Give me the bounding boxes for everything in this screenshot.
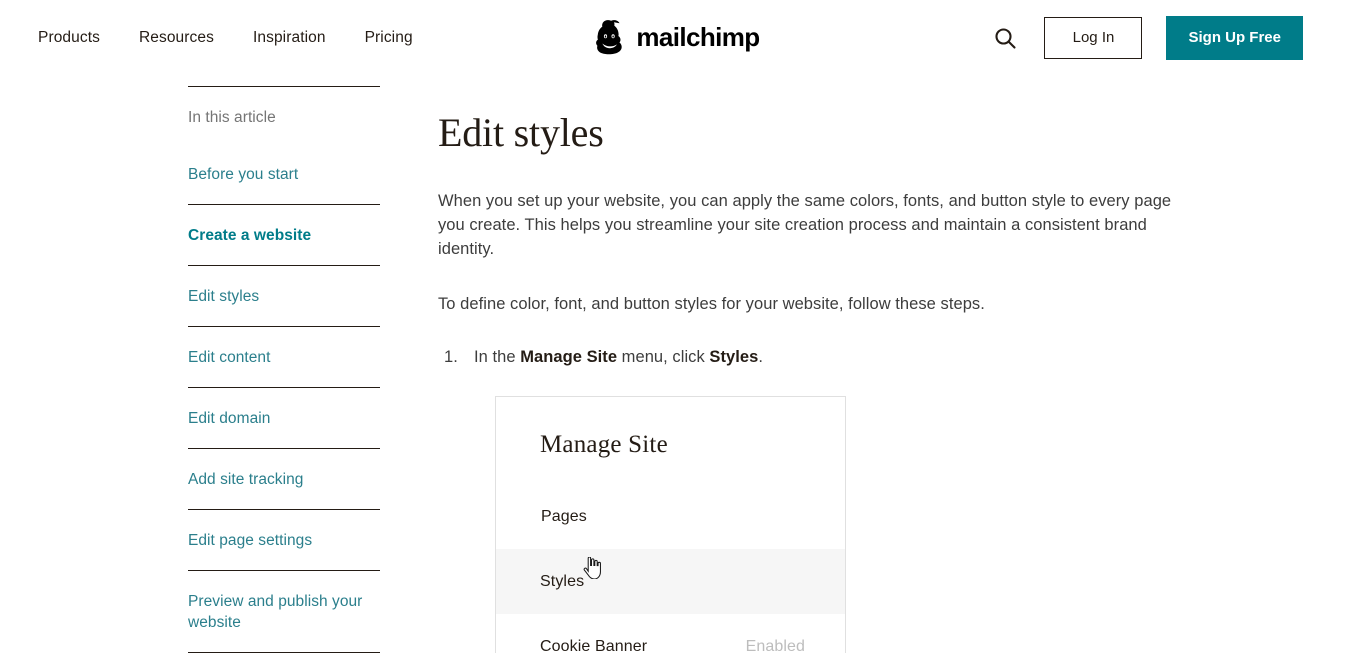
step-1-suffix: . — [758, 348, 763, 366]
step-item-1: In the Manage Site menu, click Styles. — [444, 345, 1178, 369]
header-actions: Log In Sign Up Free — [988, 0, 1303, 75]
step-1-bold-styles: Styles — [709, 348, 759, 366]
sidebar-item-edit-page-settings[interactable]: Edit page settings — [188, 510, 380, 570]
mailchimp-wordmark: mailchimp — [636, 21, 760, 52]
mailchimp-logo[interactable]: mailchimp — [585, 14, 760, 60]
sidebar-heading: In this article — [188, 109, 276, 126]
nav-item-inspiration[interactable]: Inspiration — [253, 29, 326, 47]
step-1-middle: menu, click — [617, 348, 710, 366]
article-content: Edit styles When you set up your website… — [438, 75, 1178, 653]
row-label: Pages — [541, 507, 587, 525]
manage-site-menu: Pages Styles Cookie Banner Enabled — [496, 484, 845, 653]
search-button[interactable] — [988, 21, 1022, 55]
in-this-article-sidebar: In this article Before you start Create … — [188, 75, 380, 653]
sidebar-item-edit-styles[interactable]: Edit styles — [188, 266, 380, 326]
site-header: Products Resources Inspiration Pricing m… — [0, 0, 1345, 75]
sidebar-item-preview-and-publish[interactable]: Preview and publish your website — [188, 571, 380, 652]
login-button[interactable]: Log In — [1044, 16, 1143, 59]
manage-site-row-styles[interactable]: Styles — [496, 549, 845, 614]
primary-navigation: Products Resources Inspiration Pricing — [38, 29, 413, 47]
sidebar-item-create-a-website[interactable]: Create a website — [188, 205, 380, 265]
row-label: Styles — [540, 572, 585, 590]
signup-button[interactable]: Sign Up Free — [1166, 15, 1303, 60]
row-label: Cookie Banner — [540, 637, 648, 653]
manage-site-row-pages[interactable]: Pages — [496, 484, 845, 549]
search-icon — [995, 27, 1017, 49]
page-title: Edit styles — [438, 110, 604, 155]
sidebar-item-before-you-start[interactable]: Before you start — [188, 144, 380, 204]
lead-in-paragraph: To define color, font, and button styles… — [438, 295, 985, 313]
manage-site-row-cookie-banner[interactable]: Cookie Banner Enabled — [496, 614, 845, 653]
nav-item-pricing[interactable]: Pricing — [365, 29, 413, 47]
manage-site-screenshot-card: Manage Site Pages Styles Cookie Banner E… — [495, 396, 846, 653]
row-status: Enabled — [745, 637, 805, 653]
step-1-prefix: In the — [474, 348, 521, 366]
step-1-bold-manage-site: Manage Site — [520, 348, 618, 366]
mailchimp-monkey-icon — [595, 20, 622, 55]
page-body: In this article Before you start Create … — [0, 75, 1345, 653]
steps-list: In the Manage Site menu, click Styles. — [438, 345, 1178, 369]
sidebar-item-edit-domain[interactable]: Edit domain — [188, 388, 380, 448]
manage-site-title: Manage Site — [540, 431, 668, 458]
nav-item-products[interactable]: Products — [38, 29, 100, 47]
sidebar-item-edit-content[interactable]: Edit content — [188, 327, 380, 387]
nav-item-resources[interactable]: Resources — [139, 29, 214, 47]
sidebar-item-add-site-tracking[interactable]: Add site tracking — [188, 449, 380, 509]
intro-paragraph: When you set up your website, you can ap… — [438, 192, 1172, 258]
